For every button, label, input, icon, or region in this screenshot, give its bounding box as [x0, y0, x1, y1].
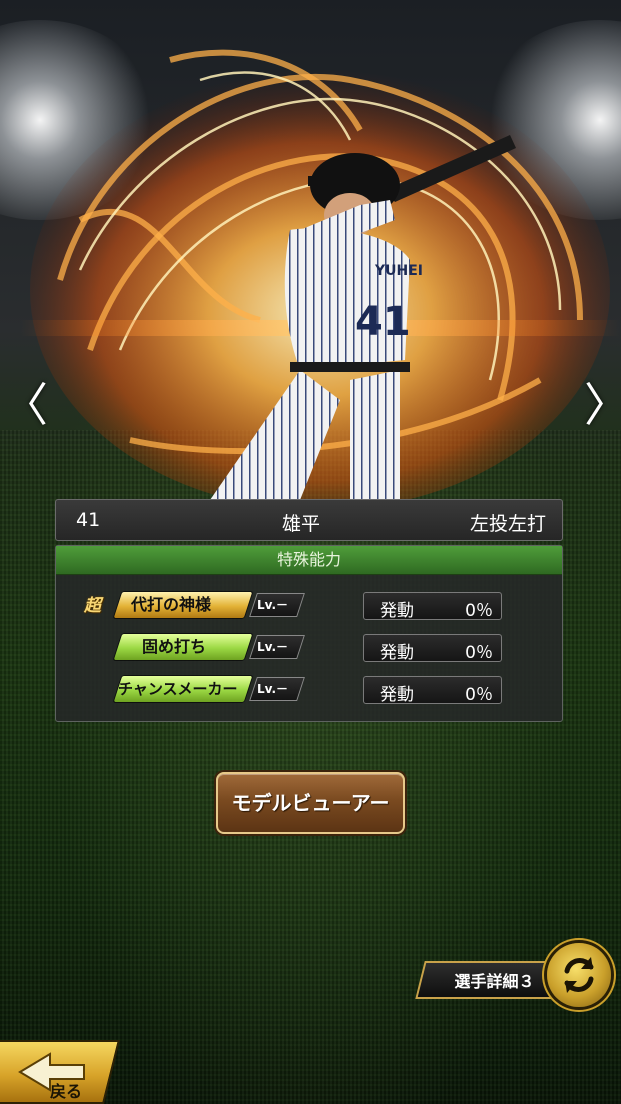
player-name-bar: 41 雄平 左投左打: [55, 499, 563, 541]
next-player-arrow[interactable]: 〉: [584, 380, 621, 430]
ability-name: チャンスメーカー: [118, 680, 238, 698]
player-detail-button[interactable]: [415, 961, 565, 999]
ability-name: 固め打ち: [142, 637, 207, 656]
special-abilities-header: 特殊能力: [56, 546, 562, 575]
level-text: Lv.－: [257, 682, 289, 696]
activation-percent: 0％: [465, 643, 493, 663]
back-button[interactable]: [0, 1040, 120, 1104]
ability-row: 超 代打の神様 Lv.－ 発動 0％: [56, 590, 562, 621]
jersey-name-text: YUHEI: [374, 263, 423, 279]
special-abilities-panel: 特殊能力 超 代打の神様 Lv.－ 発動 0％ 固め打ち Lv.－ 発動 0％: [55, 545, 563, 722]
activation-percent: 0％: [465, 685, 493, 705]
ability-name: 代打の神様: [131, 595, 212, 614]
player-throw-bat: 左投左打: [469, 513, 546, 535]
super-rank-mark: 超: [84, 596, 101, 616]
player-image: YUHEI 41: [210, 135, 516, 500]
model-viewer-button[interactable]: モデルビューアー: [216, 772, 405, 834]
activation-label: 発動: [380, 601, 414, 621]
previous-player-arrow[interactable]: 〈: [2, 380, 48, 430]
ability-row: チャンスメーカー Lv.－ 発動 0％: [56, 674, 562, 705]
player-name: 雄平: [282, 513, 321, 535]
jersey-number-text: 41: [355, 299, 411, 345]
activation-rate-box: 発動 0％: [363, 676, 502, 705]
player-profile-screen: YUHEI 41 〈 〉 41 雄平 左投左打 特殊能力 超 代打の神様 Lv.…: [0, 0, 621, 1104]
ability-row: 固め打ち Lv.－ 発動 0％: [56, 632, 562, 663]
back-arrow-icon: [18, 1052, 85, 1092]
activation-rate-box: 発動 0％: [363, 634, 502, 663]
switch-detail-button[interactable]: [547, 943, 611, 1007]
activation-percent: 0％: [465, 601, 493, 621]
level-text: Lv.－: [257, 640, 289, 654]
activation-label: 発動: [380, 643, 414, 663]
refresh-arrows-icon: [564, 957, 594, 993]
player-number: 41: [76, 509, 101, 531]
activation-rate-box: 発動 0％: [363, 592, 502, 621]
activation-label: 発動: [380, 685, 414, 705]
level-text: Lv.－: [257, 598, 289, 612]
